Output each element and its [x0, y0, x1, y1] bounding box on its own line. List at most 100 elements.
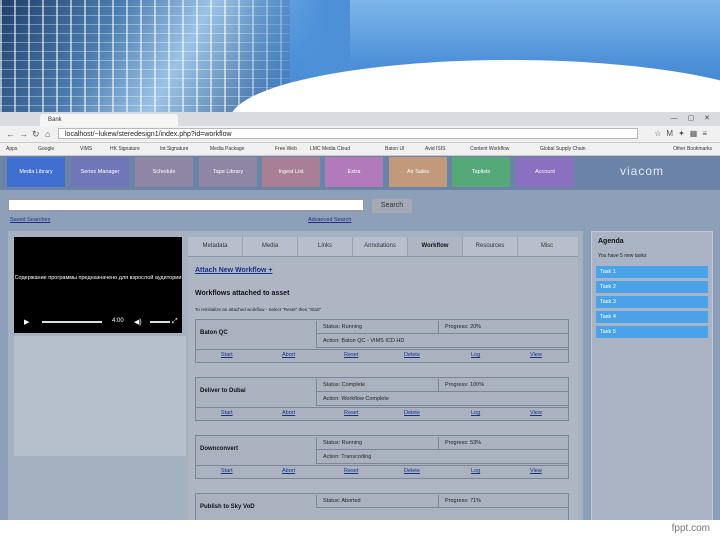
delete-link[interactable]: Delete — [404, 352, 420, 358]
saved-searches-link[interactable]: Saved Searches — [10, 217, 50, 223]
asset-detail-panel: Metadata Media Links Annotations Workflo… — [188, 237, 578, 520]
tab-resources[interactable]: Resources — [463, 237, 518, 256]
nav-schedule[interactable]: Schedule — [135, 157, 193, 187]
nav-series-manager[interactable]: Series Manager — [71, 157, 129, 187]
nav-tape-library[interactable]: Tape Library — [199, 157, 257, 187]
reload-icon[interactable]: ↻ — [32, 129, 40, 139]
workflow-status: Status: Complete — [316, 379, 439, 392]
task-item[interactable]: Task 5 — [596, 326, 708, 338]
workflow-name: Downconvert — [200, 446, 239, 452]
task-item[interactable]: Task 1 — [596, 266, 708, 278]
log-link[interactable]: Log — [471, 410, 480, 416]
start-link[interactable]: Start — [221, 352, 233, 358]
footer-logo: fppt.com — [671, 523, 710, 534]
tab-metadata[interactable]: Metadata — [188, 237, 243, 256]
log-link[interactable]: Log — [471, 468, 480, 474]
nav-ingest-list[interactable]: Ingest List — [262, 157, 320, 187]
log-link[interactable]: Log — [471, 352, 480, 358]
tab-annotations[interactable]: Annotations — [353, 237, 408, 256]
tab-links[interactable]: Links — [298, 237, 353, 256]
nav-account[interactable]: Account — [516, 157, 574, 187]
detail-tabs: Metadata Media Links Annotations Workflo… — [188, 237, 578, 257]
delete-link[interactable]: Delete — [404, 410, 420, 416]
bookmark-item[interactable]: Content Workflow — [470, 146, 509, 152]
nav-air-sales[interactable]: Air Sales — [389, 157, 447, 187]
browser-window: Bank — ▢ ✕ ← → ↻ ⌂ localhost/~lukew/ster… — [0, 112, 720, 520]
reset-link[interactable]: Reset — [344, 352, 358, 358]
browser-tab[interactable]: Bank — [40, 114, 178, 126]
bookmark-item[interactable]: Avid ISIS — [425, 146, 445, 152]
extension-icons[interactable]: ☆M✦▦≡ — [654, 129, 712, 138]
play-icon[interactable]: ▶ — [24, 318, 29, 326]
workflow-status: Status: Running — [316, 321, 439, 334]
volume-slider[interactable] — [150, 321, 170, 323]
bookmark-item[interactable]: HK Signature — [110, 146, 140, 152]
bookmark-item[interactable]: LMC Media Cloud — [310, 146, 350, 152]
tab-misc[interactable]: Misc — [518, 237, 576, 256]
workflow-action: Action: Workflow Complete — [316, 392, 568, 406]
app-area: Media Library Series Manager Schedule Ta… — [0, 156, 720, 520]
nav-media-library[interactable]: Media Library — [7, 157, 65, 187]
bookmark-item[interactable]: VIMS — [80, 146, 92, 152]
video-player[interactable]: Содержание программы предназначено для в… — [14, 237, 182, 333]
abort-link[interactable]: Abort — [282, 468, 295, 474]
home-icon[interactable]: ⌂ — [45, 129, 50, 139]
bookmark-item[interactable]: Free Web — [275, 146, 297, 152]
reset-link[interactable]: Reset — [344, 410, 358, 416]
volume-icon[interactable]: ◀) — [134, 318, 142, 326]
workflow-actions: Start Abort Reset Delete Log View — [196, 465, 568, 479]
tab-media[interactable]: Media — [243, 237, 298, 256]
bookmark-item[interactable]: Global Supply Chain — [540, 146, 586, 152]
tab-workflow[interactable]: Workflow — [408, 237, 463, 256]
advanced-search-link[interactable]: Advanced Search — [308, 217, 351, 223]
attach-workflow-link[interactable]: Attach New Workflow + — [195, 267, 272, 274]
asset-info-panel — [14, 336, 186, 456]
delete-link[interactable]: Delete — [404, 468, 420, 474]
task-item[interactable]: Task 2 — [596, 281, 708, 293]
other-bookmarks[interactable]: Other Bookmarks — [673, 146, 712, 152]
workflow-progress: Progress: 100% — [439, 379, 568, 392]
workflow-name: Deliver to Dubai — [200, 388, 246, 394]
task-item[interactable]: Task 4 — [596, 311, 708, 323]
agenda-panel: Agenda You have 5 new tasks Task 1 Task … — [591, 231, 713, 520]
video-time: 4:00 — [112, 318, 124, 324]
browser-toolbar: ← → ↻ ⌂ localhost/~lukew/steredesign1/in… — [0, 126, 720, 143]
workflow-progress: Progress: 71% — [439, 495, 568, 508]
bookmark-item[interactable]: Media Package — [210, 146, 244, 152]
workflow-action: Action: Baton QC - VIMS ICD HD — [316, 334, 568, 348]
nav-taplists[interactable]: Taplists — [452, 157, 510, 187]
fullscreen-icon[interactable]: ⤢ — [172, 318, 178, 326]
workflow-action: Action: Transcoding — [316, 450, 568, 464]
brand-logo: viacom — [620, 164, 665, 178]
workflow-progress: Progress: 53% — [439, 437, 568, 450]
search-input[interactable] — [8, 199, 364, 211]
bookmark-item[interactable]: Baton UI — [385, 146, 404, 152]
bookmark-item[interactable]: Int Signature — [160, 146, 188, 152]
agenda-title: Agenda — [598, 238, 624, 245]
url-bar[interactable]: localhost/~lukew/steredesign1/index.php?… — [58, 128, 638, 139]
abort-link[interactable]: Abort — [282, 352, 295, 358]
task-item[interactable]: Task 3 — [596, 296, 708, 308]
back-icon[interactable]: ← — [6, 129, 15, 139]
view-link[interactable]: View — [530, 352, 542, 358]
agenda-subtitle: You have 5 new tasks — [598, 253, 647, 259]
workflow-actions: Start Abort Reset Delete Log View — [196, 349, 568, 363]
workflow-name: Publish to Sky VoD — [200, 504, 255, 510]
window-controls[interactable]: — ▢ ✕ — [671, 114, 714, 122]
seek-bar[interactable] — [42, 321, 102, 323]
workflow-name: Baton QC — [200, 330, 228, 336]
view-link[interactable]: View — [530, 410, 542, 416]
search-button[interactable]: Search — [372, 199, 412, 213]
reset-link[interactable]: Reset — [344, 468, 358, 474]
start-link[interactable]: Start — [221, 410, 233, 416]
view-link[interactable]: View — [530, 468, 542, 474]
forward-icon[interactable]: → — [19, 129, 28, 139]
bookmark-item[interactable]: Google — [38, 146, 54, 152]
abort-link[interactable]: Abort — [282, 410, 295, 416]
nav-extra[interactable]: Extra — [325, 157, 383, 187]
workflow-card: Downconvert Status: Running Progress: 53… — [195, 435, 569, 479]
workflow-card: Baton QC Status: Running Progress: 20% A… — [195, 319, 569, 363]
bookmark-item[interactable]: Apps — [6, 146, 17, 152]
workflow-progress: Progress: 20% — [439, 321, 568, 334]
start-link[interactable]: Start — [221, 468, 233, 474]
